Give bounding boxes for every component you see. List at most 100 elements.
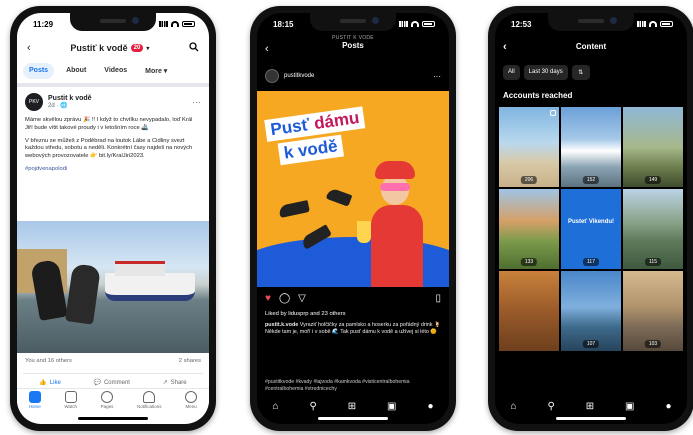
tile-title: Pusteť Vikendu! xyxy=(567,219,615,225)
screenshot-stage: 11:29 ‹ Pustiť k vodě 20 ▾ Posts About V… xyxy=(0,0,693,435)
post-headline: Pusť dámu k vodě xyxy=(264,106,369,166)
add-icon[interactable]: ⊞ xyxy=(348,401,356,412)
reactions-row: You and 16 others 2 shares xyxy=(25,358,201,364)
home-indicator xyxy=(78,417,148,420)
page-title-text: Pustiť k vodě xyxy=(70,43,128,53)
add-icon[interactable]: ⊞ xyxy=(586,401,594,412)
likes-text[interactable]: Liked by lidusprp and 23 others xyxy=(265,311,441,317)
tab-posts[interactable]: Posts xyxy=(23,63,55,79)
more-options-icon[interactable]: ··· xyxy=(192,97,201,107)
nav-home[interactable]: Home xyxy=(28,391,41,409)
send-icon[interactable]: ▽ xyxy=(298,293,306,304)
phone-instagram-content: 12:53 ‹ Content All Last 30 days ⇅ Accou… xyxy=(488,6,693,431)
bookmark-icon[interactable]: ▯ xyxy=(435,293,441,304)
chevron-down-icon[interactable]: ▾ xyxy=(146,45,149,52)
content-tile[interactable] xyxy=(499,271,559,351)
sliders-icon[interactable]: ⇅ xyxy=(571,65,590,80)
photo-boat xyxy=(105,261,195,301)
caption-username[interactable]: pustit.k.vode xyxy=(265,322,298,328)
search-icon[interactable]: ⚲ xyxy=(309,401,316,412)
tab-videos[interactable]: Videos xyxy=(98,63,133,79)
signal-icon xyxy=(399,21,408,27)
page-title: Content xyxy=(575,42,607,51)
woman-body xyxy=(371,205,423,287)
post-author[interactable]: Pustit k vodě xyxy=(48,95,92,102)
post-meta: 2d · 🌐 xyxy=(48,103,68,109)
tab-more[interactable]: More ▾ xyxy=(139,63,173,79)
nav-notifications[interactable]: Notifications xyxy=(137,391,162,409)
avatar[interactable] xyxy=(265,69,279,83)
reels-icon[interactable]: ▣ xyxy=(387,401,396,412)
more-options-icon[interactable]: ··· xyxy=(433,72,441,81)
bottom-nav: ⌂ ⚲ ⊞ ▣ ● xyxy=(495,396,687,416)
content-tile[interactable]: 133 xyxy=(499,189,559,269)
instagram-content-screen: 12:53 ‹ Content All Last 30 days ⇅ Accou… xyxy=(495,13,687,424)
post-actions: 👍 Like 💬 Comment ↗ Share xyxy=(23,373,203,386)
reactions-count[interactable]: You and 16 others xyxy=(25,358,72,364)
home-icon xyxy=(28,391,41,403)
content-tile[interactable]: 107 xyxy=(561,271,621,351)
home-icon[interactable]: ⌂ xyxy=(272,401,278,412)
tab-about[interactable]: About xyxy=(60,63,92,79)
flag-icon xyxy=(101,391,113,403)
heart-icon[interactable]: ♥ xyxy=(265,293,271,304)
nav-pages[interactable]: Pages xyxy=(100,391,114,409)
post-photo[interactable] xyxy=(17,221,209,353)
woman-hat xyxy=(375,161,415,179)
profile-icon[interactable]: ● xyxy=(665,401,671,412)
wifi-icon xyxy=(411,21,419,27)
post-username[interactable]: pustitkvode xyxy=(284,73,314,79)
share-button[interactable]: ↗ Share xyxy=(163,379,187,387)
signal-icon xyxy=(637,21,646,27)
nav-watch-label: Watch xyxy=(64,404,78,409)
home-icon[interactable]: ⌂ xyxy=(510,401,516,412)
content-tile[interactable]: 115 xyxy=(623,189,683,269)
nav-home-label: Home xyxy=(28,404,41,409)
post-hashtags[interactable]: #pustitkvode #kvady #lajvoda #kamkvoda #… xyxy=(265,379,441,393)
back-arrow-icon[interactable]: ‹ xyxy=(27,42,31,54)
post-hashtag[interactable]: #pojdvenapolodi xyxy=(25,166,201,174)
comment-icon[interactable]: ◯ xyxy=(279,293,290,304)
headline-word: Pusť xyxy=(269,114,316,140)
avatar[interactable]: PKV xyxy=(25,93,43,111)
post-actions: ♥ ◯ ▽ ▯ xyxy=(265,293,441,304)
filter-bar: All Last 30 days ⇅ xyxy=(503,65,679,80)
reels-icon[interactable]: ▣ xyxy=(625,401,634,412)
home-indicator xyxy=(556,417,626,420)
like-button[interactable]: 👍 Like xyxy=(39,379,61,387)
post-header: PKV Pustit k vodě 2d · 🌐 ··· xyxy=(25,93,201,111)
thumbs-up-icon: 👍 xyxy=(39,380,47,386)
wifi-icon xyxy=(649,21,657,27)
comment-button[interactable]: 💬 Comment xyxy=(93,379,130,387)
nav-menu[interactable]: Menu xyxy=(185,391,198,409)
tile-count: 107 xyxy=(582,340,600,348)
filter-date-range[interactable]: Last 30 days xyxy=(523,65,568,80)
content-header: ‹ Content xyxy=(495,35,687,59)
tile-count: 206 xyxy=(520,176,538,184)
content-tile[interactable]: 152 xyxy=(561,107,621,187)
back-arrow-icon[interactable]: ‹ xyxy=(503,35,507,59)
tile-count: 149 xyxy=(644,176,662,184)
headline-line-2: k vodě xyxy=(277,134,344,166)
bottom-nav: Home Watch Pages Notifications Menu xyxy=(17,388,209,418)
content-tile[interactable]: 206 xyxy=(499,107,559,187)
search-icon[interactable]: ⚲ xyxy=(547,401,554,412)
facebook-tabs: Posts About Videos More ▾ xyxy=(23,63,203,79)
post-user-row: pustitkvode ··· xyxy=(265,69,441,83)
content-tile[interactable]: 149 xyxy=(623,107,683,187)
nav-pages-label: Pages xyxy=(100,404,114,409)
back-arrow-icon[interactable]: ‹ xyxy=(265,43,269,55)
content-tile[interactable]: 103 xyxy=(623,271,683,351)
nav-watch[interactable]: Watch xyxy=(64,391,77,409)
profile-icon xyxy=(185,391,198,403)
shares-count[interactable]: 2 shares xyxy=(179,358,201,364)
content-tile[interactable]: Pusteť Vikendu! 117 xyxy=(561,189,621,269)
headline-highlight: dámu xyxy=(312,107,361,134)
filter-all[interactable]: All xyxy=(503,65,520,80)
wifi-icon xyxy=(171,21,179,27)
profile-icon[interactable]: ● xyxy=(427,401,433,412)
phone-instagram-post: 18:15 ‹ PUSTIT K VODE Posts pustitkvode … xyxy=(250,6,456,431)
search-icon[interactable] xyxy=(189,39,199,57)
tile-count: 103 xyxy=(644,340,662,348)
post-image[interactable]: Pusť dámu k vodě xyxy=(257,91,449,287)
